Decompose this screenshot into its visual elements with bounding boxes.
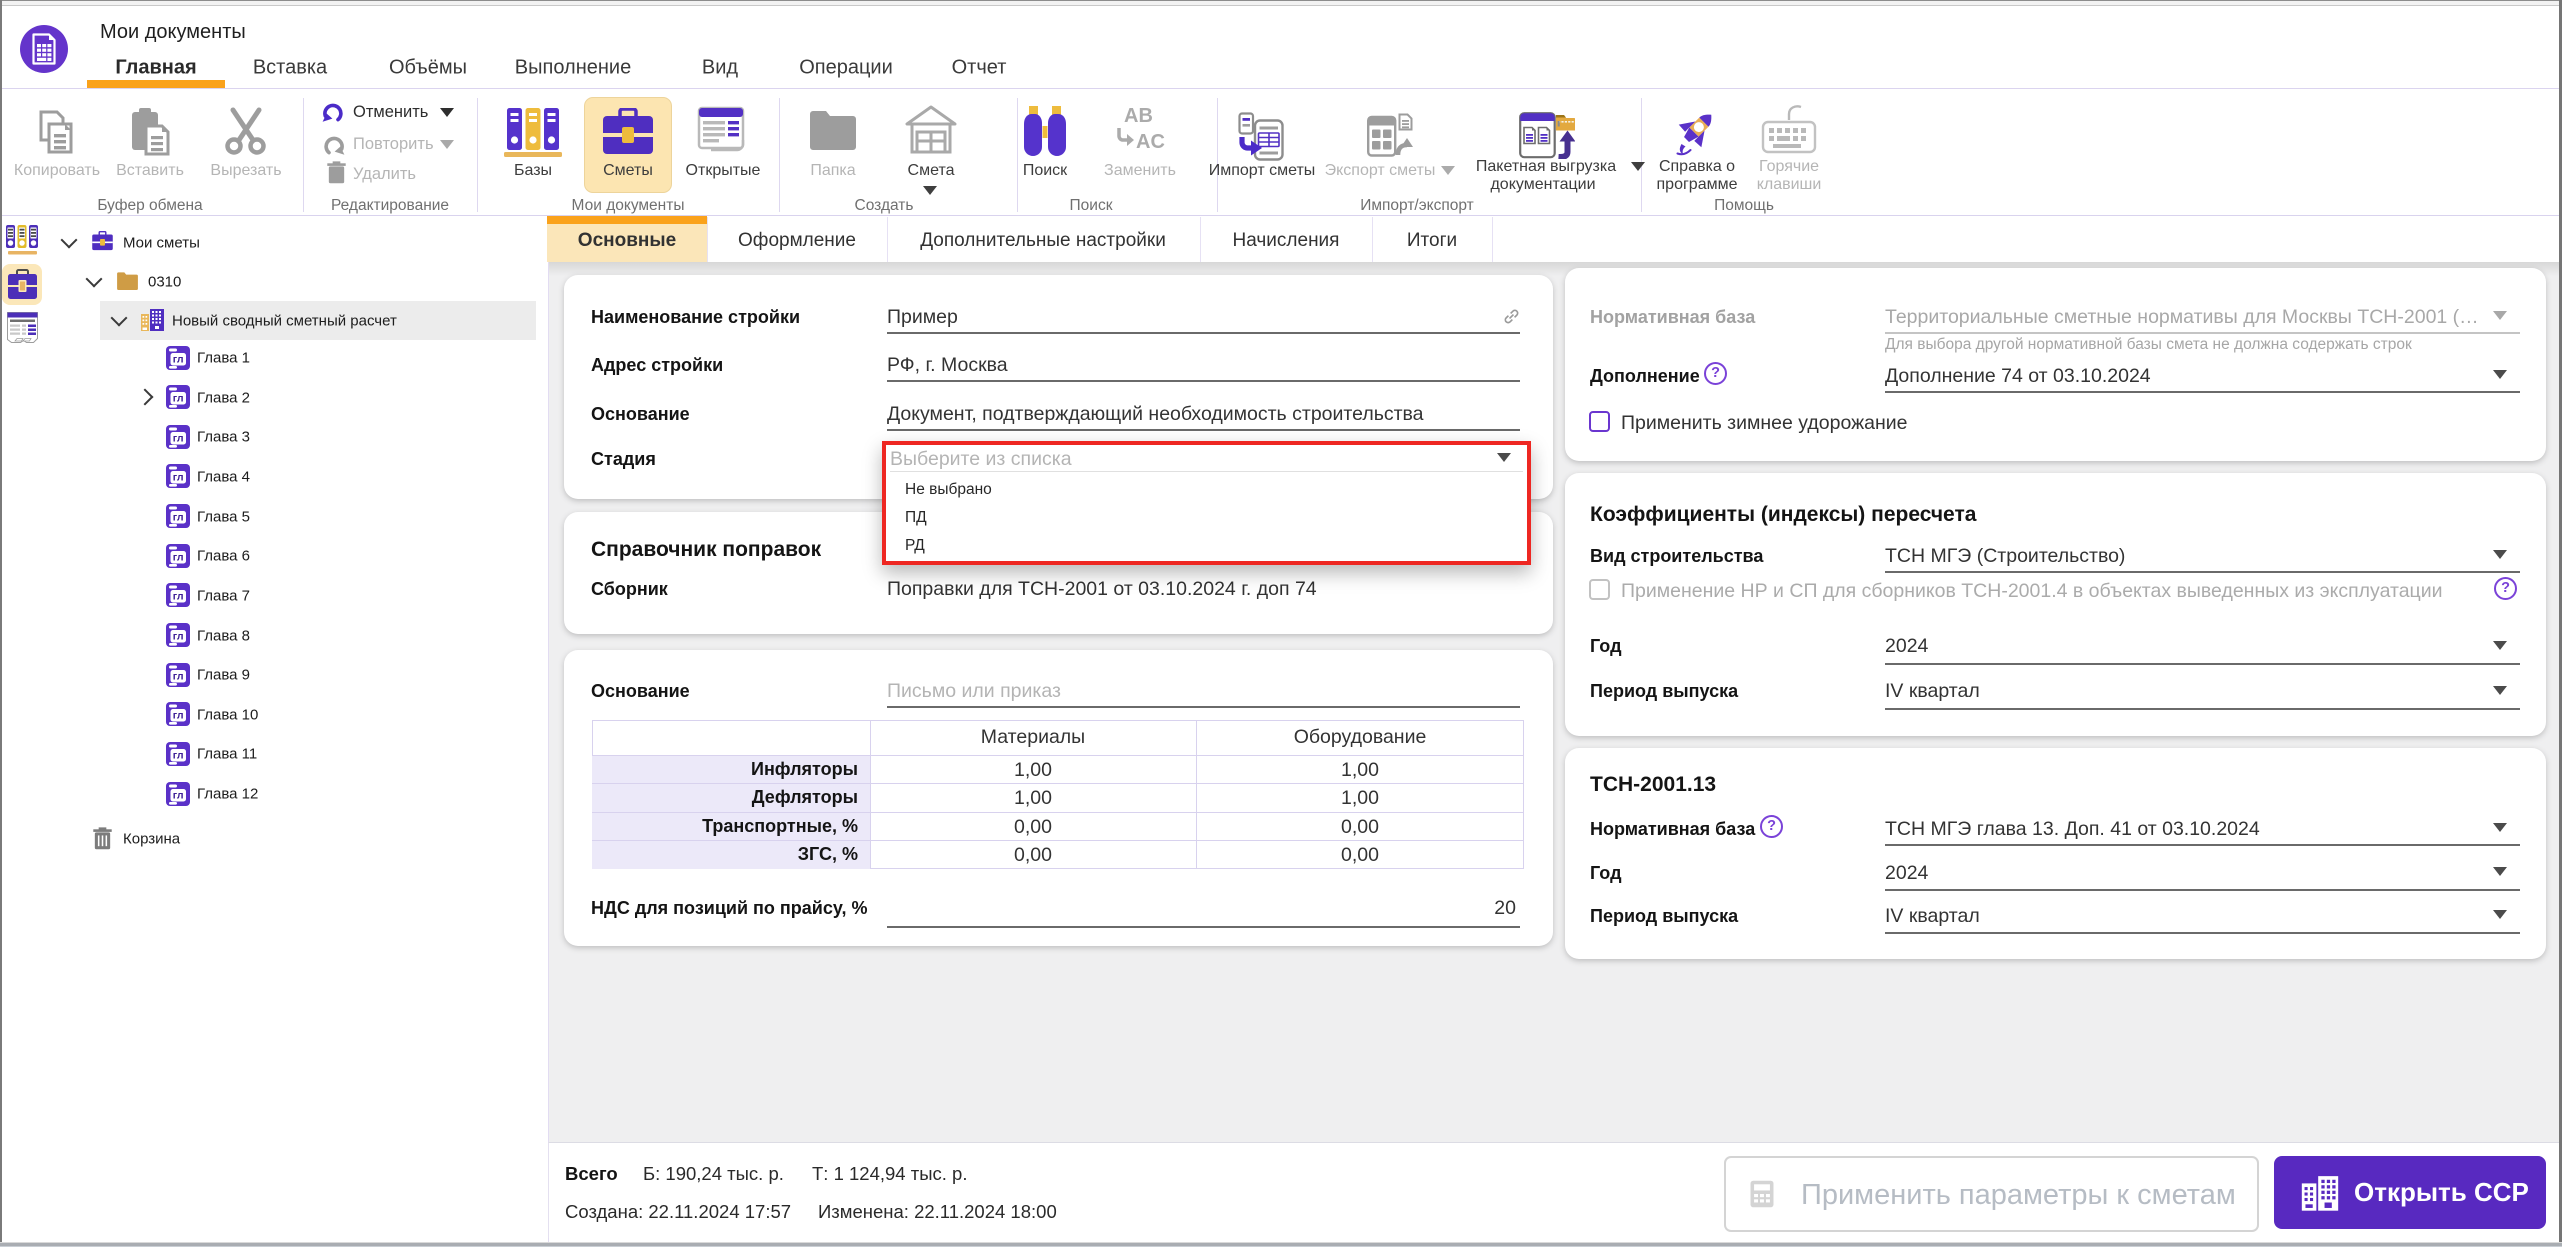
svg-text:гл: гл [173, 591, 184, 603]
svg-text:гл: гл [173, 670, 184, 682]
svg-text:гл: гл [173, 710, 184, 722]
svg-text:гл: гл [173, 789, 184, 801]
svg-text:AB: AB [1124, 105, 1153, 127]
svg-text:гл: гл [173, 353, 184, 365]
svg-text:гл: гл [173, 472, 184, 484]
svg-text:гл: гл [173, 512, 184, 524]
svg-text:гл: гл [173, 432, 184, 444]
svg-text:гл: гл [173, 551, 184, 563]
svg-text:гл: гл [173, 631, 184, 643]
svg-text:AC: AC [1136, 131, 1165, 153]
svg-text:гл: гл [173, 393, 184, 405]
svg-text:гл: гл [173, 749, 184, 761]
